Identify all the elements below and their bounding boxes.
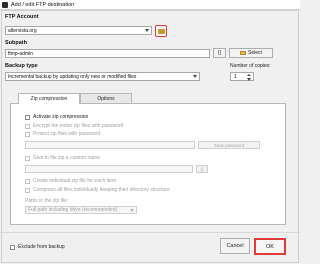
- checkbox-box: [25, 178, 30, 184]
- paths-dropdown[interactable]: Full path including drive (recommended): [25, 206, 137, 214]
- copies-label: Number of copies:: [230, 63, 271, 69]
- custom-name-input[interactable]: [25, 165, 193, 173]
- checkbox-box: [25, 187, 30, 193]
- select-button[interactable]: Select: [229, 48, 273, 58]
- encrypt-all-label: Encrypt the entire zip files with passwo…: [33, 123, 124, 129]
- password-input[interactable]: [25, 141, 195, 149]
- checkbox-box: [25, 155, 30, 161]
- checkbox-box: [25, 123, 30, 129]
- stepper-up-icon: [247, 74, 251, 76]
- chevron-down-icon: [145, 29, 149, 32]
- ftp-account-label: FTP Account: [5, 14, 39, 20]
- tab-zip-compression[interactable]: Zip compression: [18, 93, 80, 104]
- individual-zip-label: Create individual zip file for each item: [33, 178, 117, 184]
- individual-zip-checkbox[interactable]: Create individual zip file for each item: [25, 178, 116, 184]
- compress-all-label: Compress all files individually keeping …: [33, 187, 170, 193]
- footer-divider: [0, 232, 300, 233]
- ftp-account-dropdown[interactable]: altervista.org: [5, 26, 152, 35]
- checkbox-box: [10, 244, 15, 250]
- subpath-value: ftmp-admin: [8, 50, 34, 57]
- folder-icon: [240, 51, 247, 55]
- encrypt-all-checkbox[interactable]: Encrypt the entire zip files with passwo…: [25, 123, 123, 129]
- activate-zip-label: Activate zip compression: [33, 114, 89, 120]
- cancel-button[interactable]: Cancel: [220, 238, 250, 254]
- checkbox-box: [25, 114, 30, 120]
- custom-name-placeholder-button[interactable]: {}: [196, 165, 208, 173]
- subpath-label: Subpath: [5, 40, 27, 46]
- paths-label: Paths in the zip file:: [25, 198, 69, 204]
- chevron-down-icon: [130, 209, 134, 212]
- app-icon: [2, 1, 8, 8]
- chevron-down-icon: [193, 75, 197, 78]
- subpath-placeholder-button[interactable]: {}: [213, 48, 226, 58]
- copies-stepper[interactable]: 1: [230, 72, 254, 81]
- activate-zip-checkbox[interactable]: Activate zip compression: [25, 114, 88, 120]
- title-bar: Add / edit FTP destination: [0, 0, 300, 10]
- checkbox-box: [25, 131, 30, 137]
- save-password-button[interactable]: Save password: [198, 141, 260, 149]
- copies-value: 1: [234, 73, 237, 80]
- paths-value: Full path including drive (recommended): [28, 207, 118, 213]
- protect-password-checkbox[interactable]: Protect zip files with password: [25, 131, 100, 137]
- tab-options[interactable]: Options: [80, 93, 132, 103]
- subpath-input[interactable]: ftmp-admin: [5, 49, 210, 58]
- ftp-account-settings-button[interactable]: [155, 25, 167, 37]
- backup-type-value: Incremental backup by updating only new …: [8, 73, 137, 80]
- exclude-from-backup-checkbox[interactable]: Exclude from backup: [10, 244, 65, 250]
- compress-all-checkbox[interactable]: Compress all files individually keeping …: [25, 187, 170, 193]
- backup-type-dropdown[interactable]: Incremental backup by updating only new …: [5, 72, 200, 81]
- ftp-account-value: altervista.org: [8, 27, 37, 34]
- stepper-down-icon: [247, 78, 251, 81]
- select-button-label: Select: [248, 50, 262, 56]
- window-title: Add / edit FTP destination: [11, 1, 75, 8]
- key-icon: [157, 28, 165, 34]
- backup-type-label: Backup type: [5, 63, 38, 69]
- custom-name-label: Give to file zip a custom name: [33, 155, 100, 161]
- protect-password-label: Protect zip files with password: [33, 131, 100, 137]
- exclude-from-backup-label: Exclude from backup: [18, 244, 65, 250]
- ok-button[interactable]: OK: [254, 238, 286, 255]
- custom-name-checkbox[interactable]: Give to file zip a custom name: [25, 155, 100, 161]
